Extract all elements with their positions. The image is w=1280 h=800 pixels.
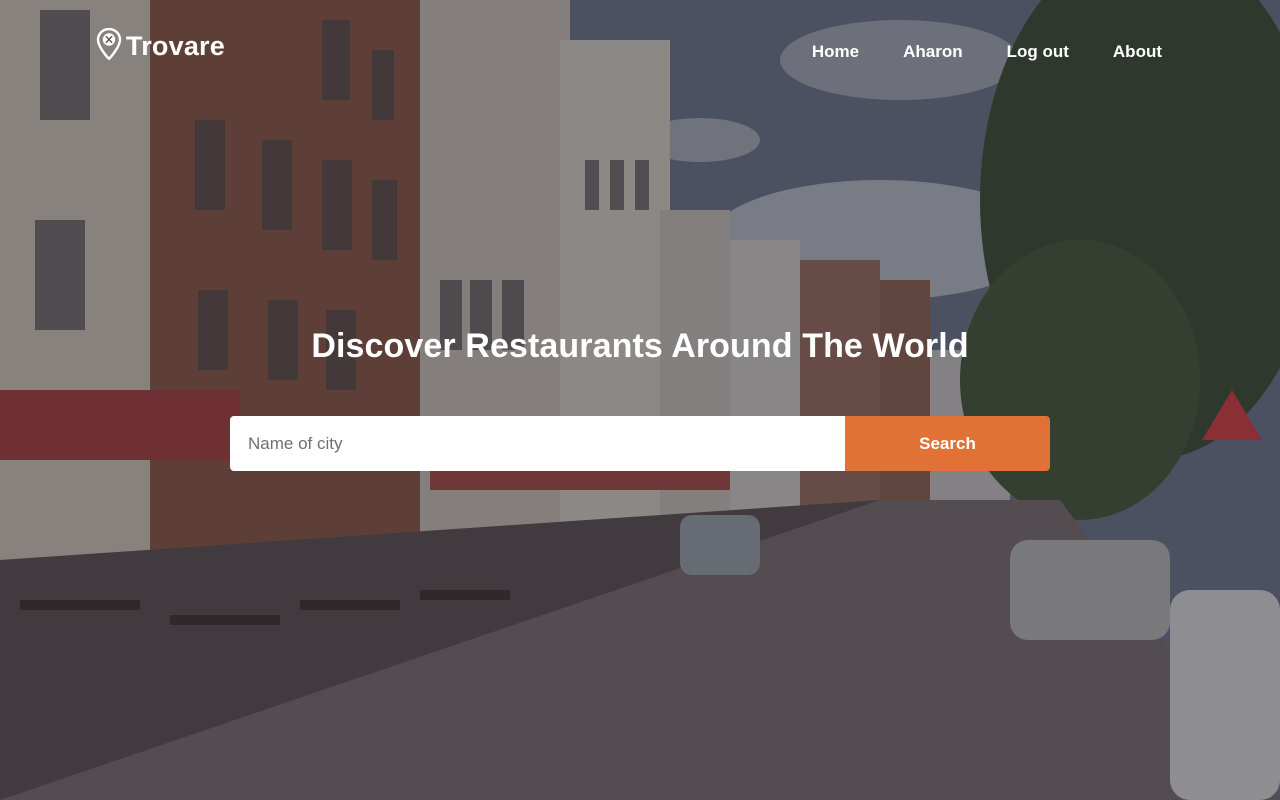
hero-dark-overlay — [0, 0, 1280, 800]
nav-link-user-profile[interactable]: Aharon — [903, 42, 963, 61]
hero-section: Trovare Home Aharon Log out About Discov… — [0, 0, 1280, 800]
nav-links: Home Aharon Log out About — [812, 42, 1162, 62]
nav-item-logout: Log out — [1007, 42, 1069, 62]
nav-link-home[interactable]: Home — [812, 42, 859, 61]
city-search-input[interactable] — [230, 416, 845, 471]
nav-item-home: Home — [812, 42, 859, 62]
top-navbar: Trovare Home Aharon Log out About — [0, 0, 1280, 100]
map-pin-fork-icon — [96, 27, 122, 65]
search-button[interactable]: Search — [845, 416, 1050, 471]
nav-link-log-out[interactable]: Log out — [1007, 42, 1069, 61]
nav-item-about: About — [1113, 42, 1162, 62]
city-search-form: Search — [230, 416, 1050, 471]
hero-headline: Discover Restaurants Around The World — [311, 327, 969, 365]
nav-item-user: Aharon — [903, 42, 963, 62]
brand-name: Trovare — [126, 31, 225, 61]
brand-logo-link[interactable]: Trovare — [96, 27, 225, 65]
nav-link-about[interactable]: About — [1113, 42, 1162, 61]
